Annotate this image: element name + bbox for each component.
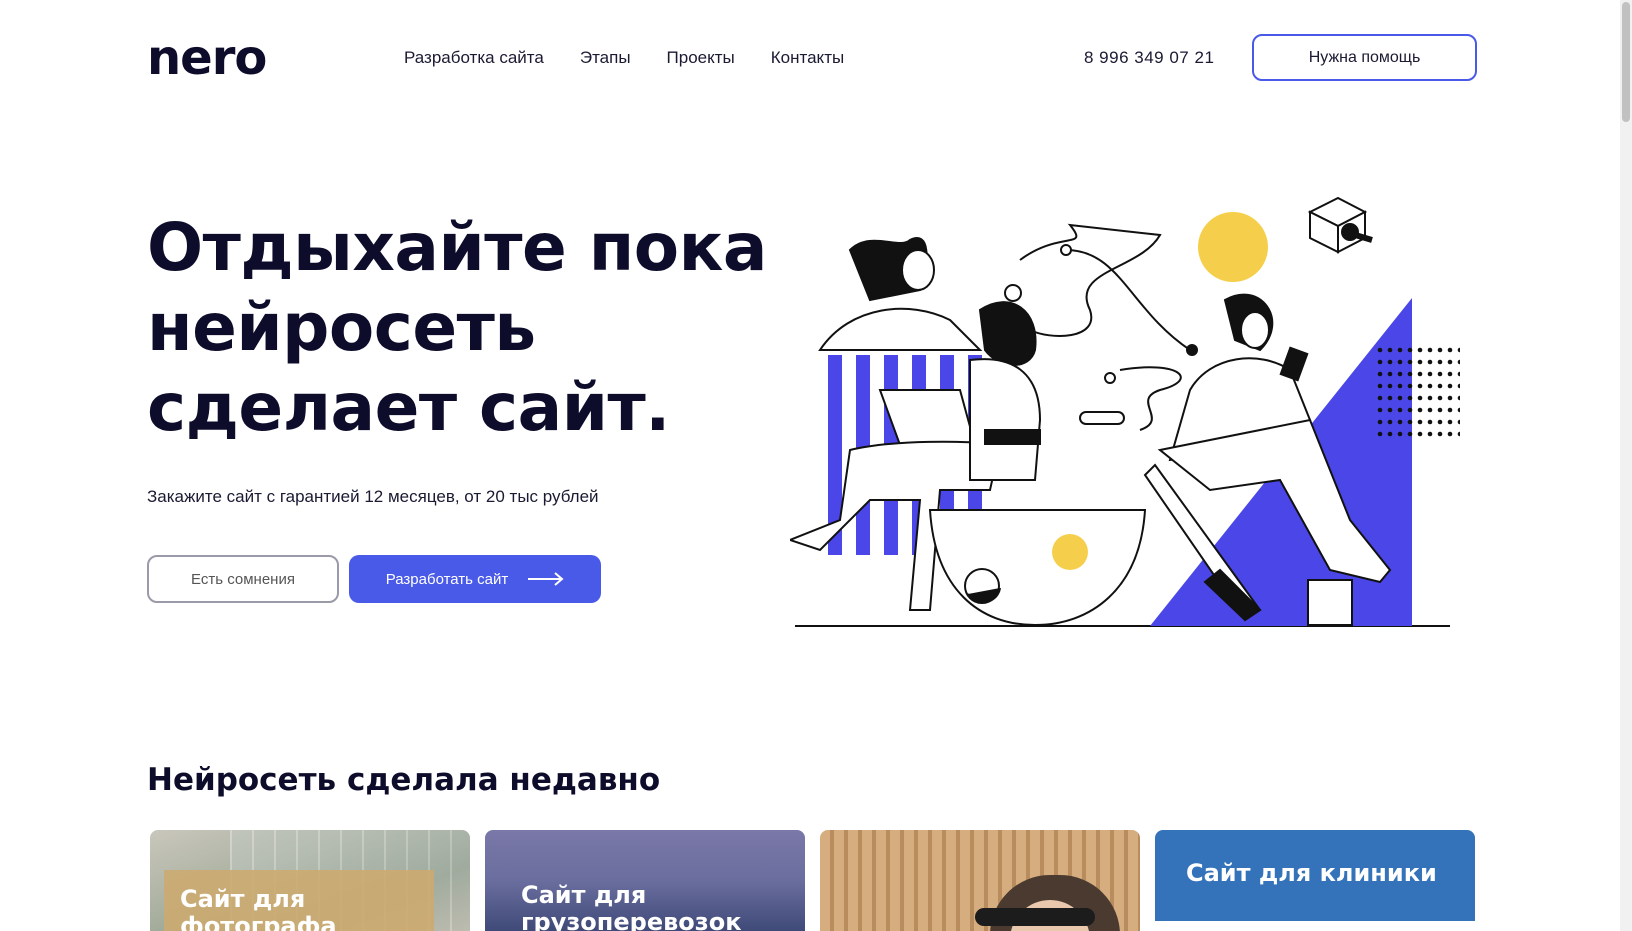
nav-link-contacts[interactable]: Контакты	[771, 48, 844, 68]
yellow-circle-large	[1198, 212, 1268, 282]
doubts-button[interactable]: Есть сомнения	[147, 555, 339, 603]
develop-site-button[interactable]: Разработать сайт	[349, 555, 601, 603]
hero-subtitle: Закажите сайт с гарантией 12 месяцев, от…	[147, 487, 599, 506]
phone-number[interactable]: 8 996 349 07 21	[1084, 48, 1214, 68]
wavy-line	[1019, 223, 1162, 337]
card-portrait[interactable]	[820, 830, 1140, 931]
recent-works-cards: Сайт для фотографа Сайт для грузоперевоз…	[150, 830, 1476, 931]
nav-link-development[interactable]: Разработка сайта	[404, 48, 544, 68]
scrollbar-thumb[interactable]	[1622, 2, 1630, 122]
arrow-right-icon	[528, 572, 564, 586]
main-nav: Разработка сайта Этапы Проекты Контакты	[404, 48, 844, 68]
hero-title-line-1: Отдыхайте пока	[147, 209, 767, 286]
card-photographer-label: Сайт для фотографа	[180, 885, 337, 931]
bowl-seat	[928, 509, 1147, 627]
hero-title: Отдыхайте пока нейросеть сделает сайт.	[147, 208, 767, 448]
camera-cube-icon	[1307, 196, 1373, 254]
develop-site-label: Разработать сайт	[385, 570, 509, 588]
card-clinic-label: Сайт для клиники	[1186, 859, 1437, 887]
card-freight[interactable]: Сайт для грузоперевозок	[485, 830, 805, 931]
card-freight-label: Сайт для грузоперевозок	[521, 881, 742, 931]
page-scrollbar[interactable]	[1620, 0, 1632, 931]
logo[interactable]: nero	[147, 30, 267, 86]
card-photographer[interactable]: Сайт для фотографа	[150, 830, 470, 931]
nav-link-stages[interactable]: Этапы	[580, 48, 631, 68]
nav-link-projects[interactable]: Проекты	[667, 48, 735, 68]
recent-works-title: Нейросеть сделала недавно	[147, 762, 661, 798]
sunglasses-icon	[975, 908, 1095, 926]
help-button[interactable]: Нужна помощь	[1252, 34, 1477, 81]
hero-title-line-2: нейросеть	[147, 289, 536, 366]
hero-illustration	[790, 196, 1460, 627]
card-clinic[interactable]: Сайт для клиники	[1155, 830, 1475, 921]
hero-title-line-3: сделает сайт.	[147, 369, 670, 446]
site-header: nero Разработка сайта Этапы Проекты Конт…	[0, 0, 1632, 120]
yellow-circle-small	[1052, 534, 1088, 570]
